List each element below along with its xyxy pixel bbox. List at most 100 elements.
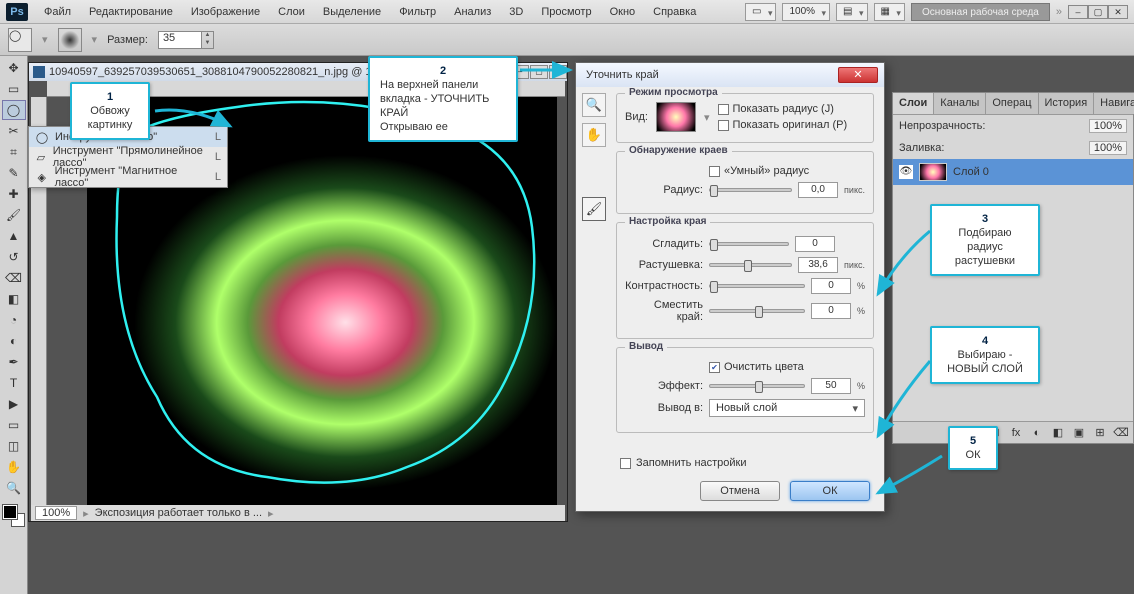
minimize-button[interactable]: – <box>1068 5 1088 19</box>
foreground-swatch[interactable] <box>3 505 17 519</box>
layer-name[interactable]: Слой 0 <box>953 166 989 178</box>
tab-layers[interactable]: Слои <box>893 93 934 114</box>
menu-image[interactable]: Изображение <box>183 3 268 21</box>
type-tool[interactable]: T <box>2 373 26 393</box>
eraser-tool[interactable]: ⌫ <box>2 268 26 288</box>
shift-slider[interactable] <box>709 309 805 313</box>
workspace-area: ✥ ▭ ◯ ✂ ⌗ ✎ ✚ 🖌 ▲ ↺ ⌫ ◧ ◔ ◐ ✒ T ▶ ▭ ◫ ✋ … <box>0 56 1134 614</box>
workspace-switcher[interactable]: Основная рабочая среда <box>911 3 1050 21</box>
move-tool[interactable]: ✥ <box>2 58 26 78</box>
hand-tool[interactable]: ✋ <box>2 457 26 477</box>
menu-view[interactable]: Просмотр <box>533 3 599 21</box>
feather-slider[interactable] <box>709 263 792 267</box>
callout-5: 5ОК <box>948 426 998 470</box>
remember-settings-checkbox[interactable]: Запомнить настройки <box>620 457 747 469</box>
adjustment-layer-icon[interactable]: ◧ <box>1050 426 1066 439</box>
tab-channels[interactable]: Каналы <box>934 93 986 114</box>
layer-mask-icon[interactable]: ◐ <box>1029 427 1045 439</box>
menu-3d[interactable]: 3D <box>501 3 531 21</box>
brush-tool[interactable]: 🖌 <box>2 205 26 225</box>
menu-file[interactable]: Файл <box>36 3 79 21</box>
menu-window[interactable]: Окно <box>602 3 644 21</box>
menu-filter[interactable]: Фильтр <box>391 3 444 21</box>
smart-radius-checkbox[interactable]: «Умный» радиус <box>709 165 809 177</box>
menu-analysis[interactable]: Анализ <box>446 3 499 21</box>
marquee-tool[interactable]: ▭ <box>2 79 26 99</box>
arrange-select[interactable]: ▤ <box>836 3 867 21</box>
bottom-stripe <box>0 594 1134 614</box>
heal-tool[interactable]: ✚ <box>2 184 26 204</box>
opacity-value[interactable]: 100% <box>1089 119 1127 133</box>
menu-help[interactable]: Справка <box>645 3 704 21</box>
smooth-value[interactable]: 0 <box>795 236 835 252</box>
doc-status-text: Экспозиция работает только в ... <box>95 507 262 519</box>
stamp-tool[interactable]: ▲ <box>2 226 26 246</box>
dialog-close-button[interactable]: ✕ <box>838 67 878 83</box>
doc-maximize-button[interactable]: ▢ <box>530 65 548 79</box>
feather-value[interactable]: 38,6 <box>798 257 838 273</box>
decontaminate-checkbox[interactable]: ✔Очистить цвета <box>709 361 804 373</box>
contrast-value[interactable]: 0 <box>811 278 851 294</box>
cancel-button[interactable]: Отмена <box>700 481 780 501</box>
tab-navigator[interactable]: Навигато <box>1094 93 1134 114</box>
layer-group-icon[interactable]: ▣ <box>1071 426 1087 439</box>
shift-value[interactable]: 0 <box>811 303 851 319</box>
smooth-slider[interactable] <box>709 242 789 246</box>
pen-tool[interactable]: ✒ <box>2 352 26 372</box>
layer-thumbnail[interactable] <box>919 163 947 181</box>
shape-tool[interactable]: ▭ <box>2 415 26 435</box>
contrast-slider[interactable] <box>709 284 805 288</box>
brush-size-input[interactable]: 35 <box>158 31 202 49</box>
history-brush-tool[interactable]: ↺ <box>2 247 26 267</box>
magnetic-lasso-icon: ◈ <box>35 170 49 184</box>
flyout-magnetic-lasso[interactable]: ◈ Инструмент "Магнитное лассо" L <box>29 167 227 187</box>
feather-unit: пикс. <box>844 260 865 270</box>
contrast-unit: % <box>857 281 865 291</box>
screen-mode-select[interactable]: ▭ <box>745 3 776 21</box>
fill-value[interactable]: 100% <box>1089 141 1127 155</box>
callout-3: 3Подбираю радиус растушевки <box>930 204 1040 276</box>
eyedropper-tool[interactable]: ✎ <box>2 163 26 183</box>
close-button[interactable]: ✕ <box>1108 5 1128 19</box>
ok-button[interactable]: ОК <box>790 481 870 501</box>
crop-tool[interactable]: ⌗ <box>2 142 26 162</box>
gradient-tool[interactable]: ◧ <box>2 289 26 309</box>
3d-tool[interactable]: ◫ <box>2 436 26 456</box>
layer-fx-icon[interactable]: fx <box>1008 427 1024 439</box>
view-thumbnail[interactable] <box>656 102 696 132</box>
menu-select[interactable]: Выделение <box>315 3 389 21</box>
dodge-tool[interactable]: ◐ <box>2 331 26 351</box>
tab-history[interactable]: История <box>1039 93 1095 114</box>
blur-tool[interactable]: ◔ <box>2 310 26 330</box>
radius-slider[interactable] <box>709 188 792 192</box>
doc-close-button[interactable]: ✕ <box>549 65 567 79</box>
workspace-chevron-icon[interactable]: » <box>1056 6 1062 18</box>
brush-preview-icon[interactable] <box>58 28 82 52</box>
show-original-checkbox[interactable]: Показать оригинал (P) <box>718 119 848 131</box>
current-tool-preset-icon[interactable]: ◯ <box>8 28 32 52</box>
layer-visibility-icon[interactable]: 👁 <box>899 165 913 179</box>
menu-edit[interactable]: Редактирование <box>81 3 181 21</box>
brush-size-stepper[interactable]: ▲▼ <box>202 31 214 49</box>
maximize-button[interactable]: ▢ <box>1088 5 1108 19</box>
extras-select[interactable]: ▦ <box>874 3 905 21</box>
path-select-tool[interactable]: ▶ <box>2 394 26 414</box>
zoom-tool[interactable]: 🔍 <box>2 478 26 498</box>
delete-layer-icon[interactable]: ⌫ <box>1113 426 1129 439</box>
quick-select-tool[interactable]: ✂ <box>2 121 26 141</box>
dialog-titlebar[interactable]: Уточнить край ✕ <box>576 63 884 87</box>
doc-zoom-value[interactable]: 100% <box>35 506 77 520</box>
menu-layers[interactable]: Слои <box>270 3 313 21</box>
tab-actions[interactable]: Операц <box>986 93 1038 114</box>
lasso-tool[interactable]: ◯ <box>2 100 26 120</box>
effect-slider[interactable] <box>709 384 805 388</box>
color-swatches[interactable] <box>3 505 25 527</box>
zoom-select[interactable]: 100% <box>782 3 830 21</box>
effect-value[interactable]: 50 <box>811 378 851 394</box>
flyout-poly-lasso[interactable]: ▱ Инструмент "Прямолинейное лассо" L <box>29 147 227 167</box>
radius-value[interactable]: 0,0 <box>798 182 838 198</box>
new-layer-icon[interactable]: ⊞ <box>1092 426 1108 439</box>
layer-item[interactable]: 👁 Слой 0 <box>893 159 1133 185</box>
show-radius-checkbox[interactable]: Показать радиус (J) <box>718 103 848 115</box>
output-to-select[interactable]: Новый слой <box>709 399 865 417</box>
